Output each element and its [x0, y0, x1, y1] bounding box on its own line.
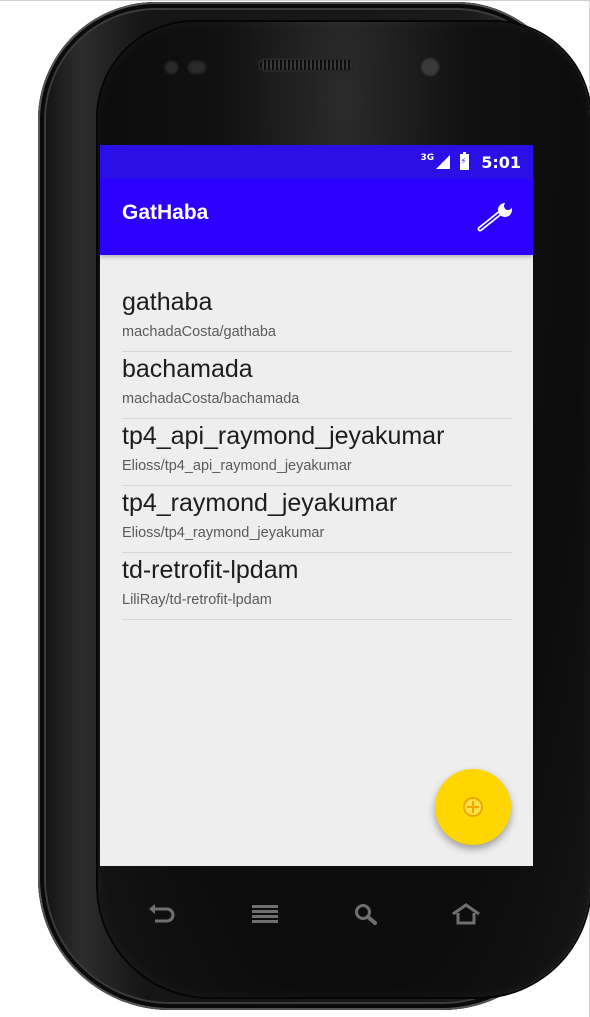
battery-charging-icon	[460, 152, 470, 170]
network-type: 3G	[420, 153, 435, 163]
repository-list: gathaba machadaCosta/gathaba bachamada m…	[122, 285, 512, 620]
repository-item[interactable]: gathaba machadaCosta/gathaba	[122, 285, 512, 352]
front-camera	[420, 57, 440, 77]
repository-name: tp4_api_raymond_jeyakumar	[122, 422, 445, 450]
frame-border	[0, 0, 590, 1]
proximity-sensor	[164, 60, 179, 75]
menu-button[interactable]	[243, 896, 287, 932]
repository-full-name: Elioss/tp4_raymond_jeyakumar	[122, 525, 325, 541]
repository-full-name: Elioss/tp4_api_raymond_jeyakumar	[122, 458, 352, 474]
repository-full-name: LiliRay/td-retrofit-lpdam	[122, 592, 272, 608]
add-circle-icon	[463, 797, 483, 817]
repository-name: bachamada	[122, 355, 253, 383]
light-sensor	[187, 60, 207, 75]
add-repository-button[interactable]	[435, 769, 511, 845]
repository-name: td-retrofit-lpdam	[122, 556, 299, 584]
earpiece-speaker	[258, 58, 354, 72]
clock: 5:01	[481, 152, 521, 172]
repository-item[interactable]: tp4_raymond_jeyakumar Elioss/tp4_raymond…	[122, 486, 512, 553]
status-icons: 3G 5:01	[421, 151, 521, 173]
home-icon	[452, 903, 480, 925]
back-button[interactable]	[140, 896, 184, 932]
app-title: GatHaba	[122, 201, 209, 224]
signal-icon	[436, 155, 451, 169]
repository-full-name: machadaCosta/gathaba	[122, 324, 276, 340]
repository-item[interactable]: td-retrofit-lpdam LiliRay/td-retrofit-lp…	[122, 553, 512, 620]
repository-name: gathaba	[122, 288, 213, 316]
home-button[interactable]	[444, 896, 488, 932]
repository-item[interactable]: tp4_api_raymond_jeyakumar Elioss/tp4_api…	[122, 419, 512, 486]
wrench-icon[interactable]	[476, 203, 516, 233]
status-bar: 3G 5:01	[100, 145, 533, 179]
search-icon	[355, 904, 377, 925]
navigation-bar	[100, 890, 533, 940]
search-button[interactable]	[344, 896, 388, 932]
menu-icon	[252, 905, 278, 923]
repository-item[interactable]: bachamada machadaCosta/bachamada	[122, 352, 512, 419]
repository-full-name: machadaCosta/bachamada	[122, 391, 300, 407]
back-icon	[149, 904, 175, 923]
repository-name: tp4_raymond_jeyakumar	[122, 489, 398, 517]
app-bar: GatHaba	[100, 179, 533, 255]
device-screen: 3G 5:01 GatHaba gathaba machadaCosta/gat…	[100, 145, 533, 866]
